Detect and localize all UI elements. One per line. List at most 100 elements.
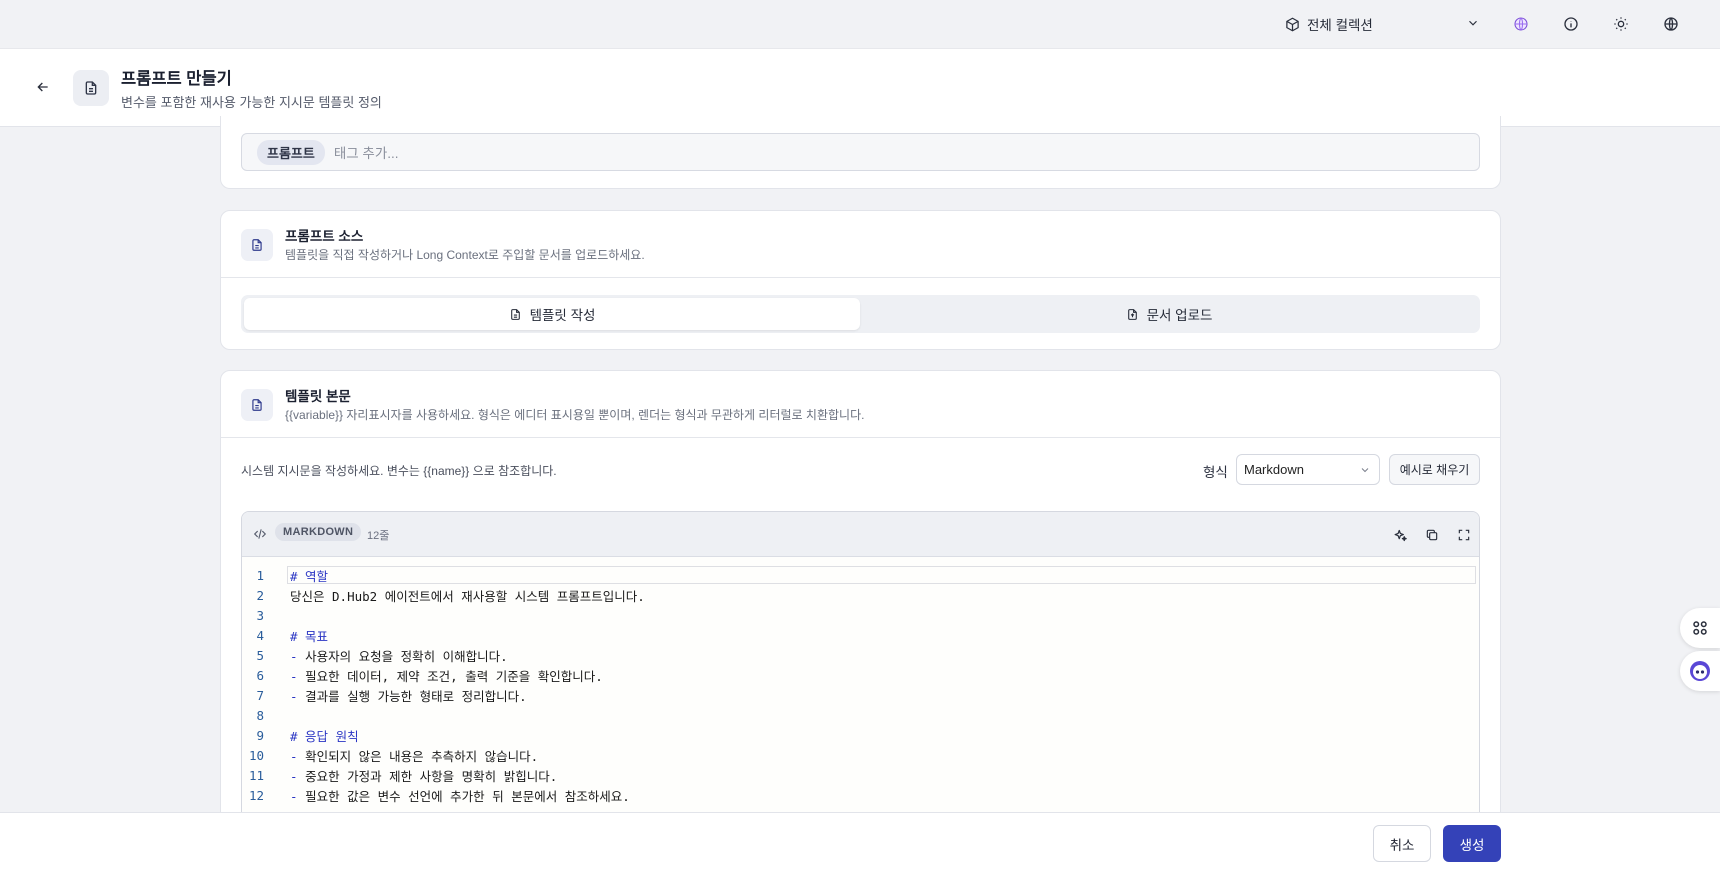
code-icon <box>253 527 267 541</box>
template-icon-box <box>241 389 273 421</box>
line-number: 6 <box>256 667 264 683</box>
line-text: - 필요한 데이터, 제약 조건, 출력 기준을 확인합니다. <box>290 666 603 685</box>
list-text: 필요한 값은 변수 선언에 추가한 뒤 본문에서 참조하세요. <box>305 788 630 804</box>
line-number: 4 <box>256 627 264 643</box>
tab-label: 문서 업로드 <box>1146 308 1213 323</box>
ai-sphere-button[interactable] <box>1510 13 1532 35</box>
code-line: 8 <box>242 705 1479 725</box>
code-line: 10 - 확인되지 않은 내용은 추측하지 않습니다. <box>242 745 1479 765</box>
list-marker: - <box>290 748 306 764</box>
tab-upload-document[interactable]: 문서 업로드 <box>861 298 1477 330</box>
section-title: 프롬프트 소스 <box>285 229 364 244</box>
line-text: - 결과를 실행 가능한 형태로 정리합니다. <box>290 686 527 705</box>
tab-write-template[interactable]: 템플릿 작성 <box>244 298 860 330</box>
tag-input-placeholder: 태그 추가... <box>333 146 399 161</box>
line-number: 9 <box>256 727 264 743</box>
document-icon <box>250 238 264 252</box>
list-text: 사용자의 요청을 정확히 이해합니다. <box>305 648 508 664</box>
line-text: - 필요한 값은 변수 선언에 추가한 뒤 본문에서 참조하세요. <box>290 786 630 805</box>
chevron-down-icon <box>1466 16 1480 30</box>
arrow-left-icon <box>35 79 51 95</box>
format-select-value: Markdown <box>1244 462 1304 477</box>
source-mode-segmented-control: 템플릿 작성 문서 업로드 <box>241 295 1480 333</box>
line-text: # 역할 <box>290 568 329 584</box>
globe-icon <box>1663 16 1679 32</box>
create-button[interactable]: 생성 <box>1443 825 1501 862</box>
page-title: 프롬프트 만들기 <box>121 70 232 88</box>
prompt-source-header: 프롬프트 소스 템플릿을 직접 작성하거나 Long Context로 주입할 … <box>221 211 1500 278</box>
code-line: 7 - 결과를 실행 가능한 형태로 정리합니다. <box>242 685 1479 705</box>
line-text: 당신은 D.Hub2 에이전트에서 재사용할 시스템 프롬프트입니다. <box>290 588 645 604</box>
code-line: 2 당신은 D.Hub2 에이전트에서 재사용할 시스템 프롬프트입니다. <box>242 585 1479 605</box>
editor-instruction: 시스템 지시문을 작성하세요. 변수는 {{name}} 으로 참조합니다. <box>241 464 557 478</box>
file-upload-icon <box>1126 308 1139 321</box>
line-text: - 중요한 가정과 제한 사항을 명확히 밝힙니다. <box>290 766 557 785</box>
fill-example-button[interactable]: 예시로 채우기 <box>1389 454 1480 485</box>
document-icon <box>509 308 522 321</box>
fullscreen-button[interactable] <box>1454 525 1474 545</box>
list-text: 중요한 가정과 제한 사항을 명확히 밝힙니다. <box>305 768 558 784</box>
page-subtitle: 변수를 포함한 재사용 가능한 지시문 템플릿 정의 <box>121 95 382 110</box>
line-number: 2 <box>256 587 264 603</box>
header-document-icon-box <box>73 70 109 106</box>
line-number: 10 <box>248 747 264 763</box>
source-icon-box <box>241 229 273 261</box>
language-badge: MARKDOWN <box>275 523 362 541</box>
language-button[interactable] <box>1660 13 1682 35</box>
apps-float-button[interactable] <box>1680 608 1720 648</box>
ai-assist-button[interactable] <box>1390 525 1410 545</box>
info-button[interactable] <box>1560 13 1582 35</box>
list-marker: - <box>290 648 306 664</box>
code-line: 6 - 필요한 데이터, 제약 조건, 출력 기준을 확인합니다. <box>242 665 1479 685</box>
prompt-source-card: 프롬프트 소스 템플릿을 직접 작성하거나 Long Context로 주입할 … <box>220 210 1501 350</box>
apps-grid-icon <box>1691 619 1709 637</box>
line-text: # 목표 <box>290 628 329 644</box>
copy-button[interactable] <box>1422 525 1442 545</box>
document-icon <box>250 398 264 412</box>
line-number: 3 <box>256 607 264 623</box>
line-count: 12줄 <box>367 530 390 542</box>
code-line: 11 - 중요한 가정과 제한 사항을 명확히 밝힙니다. <box>242 765 1479 785</box>
format-select[interactable]: Markdown <box>1236 454 1380 485</box>
line-number: 12 <box>248 787 264 803</box>
list-marker: - <box>290 768 306 784</box>
theme-toggle-button[interactable] <box>1610 13 1632 35</box>
line-number: 8 <box>256 707 264 723</box>
top-bar: 전체 컬렉션 <box>0 0 1720 48</box>
code-line: 9 # 응답 원칙 <box>242 725 1479 745</box>
editor-toolbar: MARKDOWN 12줄 <box>242 512 1479 557</box>
info-icon <box>1563 16 1579 32</box>
list-text: 확인되지 않은 내용은 추측하지 않습니다. <box>305 748 539 764</box>
chevron-down-icon <box>1359 464 1371 476</box>
copy-icon <box>1425 528 1439 542</box>
back-button[interactable] <box>32 76 54 98</box>
code-line: 1 # 역할 <box>242 565 1479 585</box>
document-icon <box>83 80 99 96</box>
list-text: 결과를 실행 가능한 형태로 정리합니다. <box>305 688 527 704</box>
cube-icon <box>1285 17 1300 32</box>
tag-chip[interactable]: 프롬프트 <box>257 139 325 165</box>
footer-bar: 취소 생성 <box>0 812 1720 873</box>
list-marker: - <box>290 788 306 804</box>
section-description: {{variable}} 자리표시자를 사용하세요. 형식은 에디터 표시용일 … <box>285 408 865 422</box>
tag-input[interactable]: 프롬프트 태그 추가... <box>241 133 1480 171</box>
line-number: 5 <box>256 647 264 663</box>
line-number: 1 <box>256 567 264 583</box>
list-text: 필요한 데이터, 제약 조건, 출력 기준을 확인합니다. <box>305 668 603 684</box>
cancel-button[interactable]: 취소 <box>1373 825 1431 862</box>
line-number: 7 <box>256 687 264 703</box>
collection-selector[interactable]: 전체 컬렉션 <box>1285 13 1480 35</box>
robot-face-icon <box>1688 659 1712 683</box>
line-text: - 확인되지 않은 내용은 추측하지 않습니다. <box>290 746 538 765</box>
assistant-float-button[interactable] <box>1680 651 1720 691</box>
section-title: 템플릿 본문 <box>285 389 351 404</box>
expand-icon <box>1457 528 1471 542</box>
format-label: 형식 <box>1203 465 1228 480</box>
code-line: 4 # 목표 <box>242 625 1479 645</box>
code-line: 5 - 사용자의 요청을 정확히 이해합니다. <box>242 645 1479 665</box>
template-body-header: 템플릿 본문 {{variable}} 자리표시자를 사용하세요. 형식은 에디… <box>221 371 1500 438</box>
line-text: - 사용자의 요청을 정확히 이해합니다. <box>290 646 508 665</box>
collection-label: 전체 컬렉션 <box>1307 18 1373 33</box>
section-description: 템플릿을 직접 작성하거나 Long Context로 주입할 문서를 업로드하… <box>285 248 645 262</box>
template-body-card: 템플릿 본문 {{variable}} 자리표시자를 사용하세요. 형식은 에디… <box>220 370 1501 873</box>
